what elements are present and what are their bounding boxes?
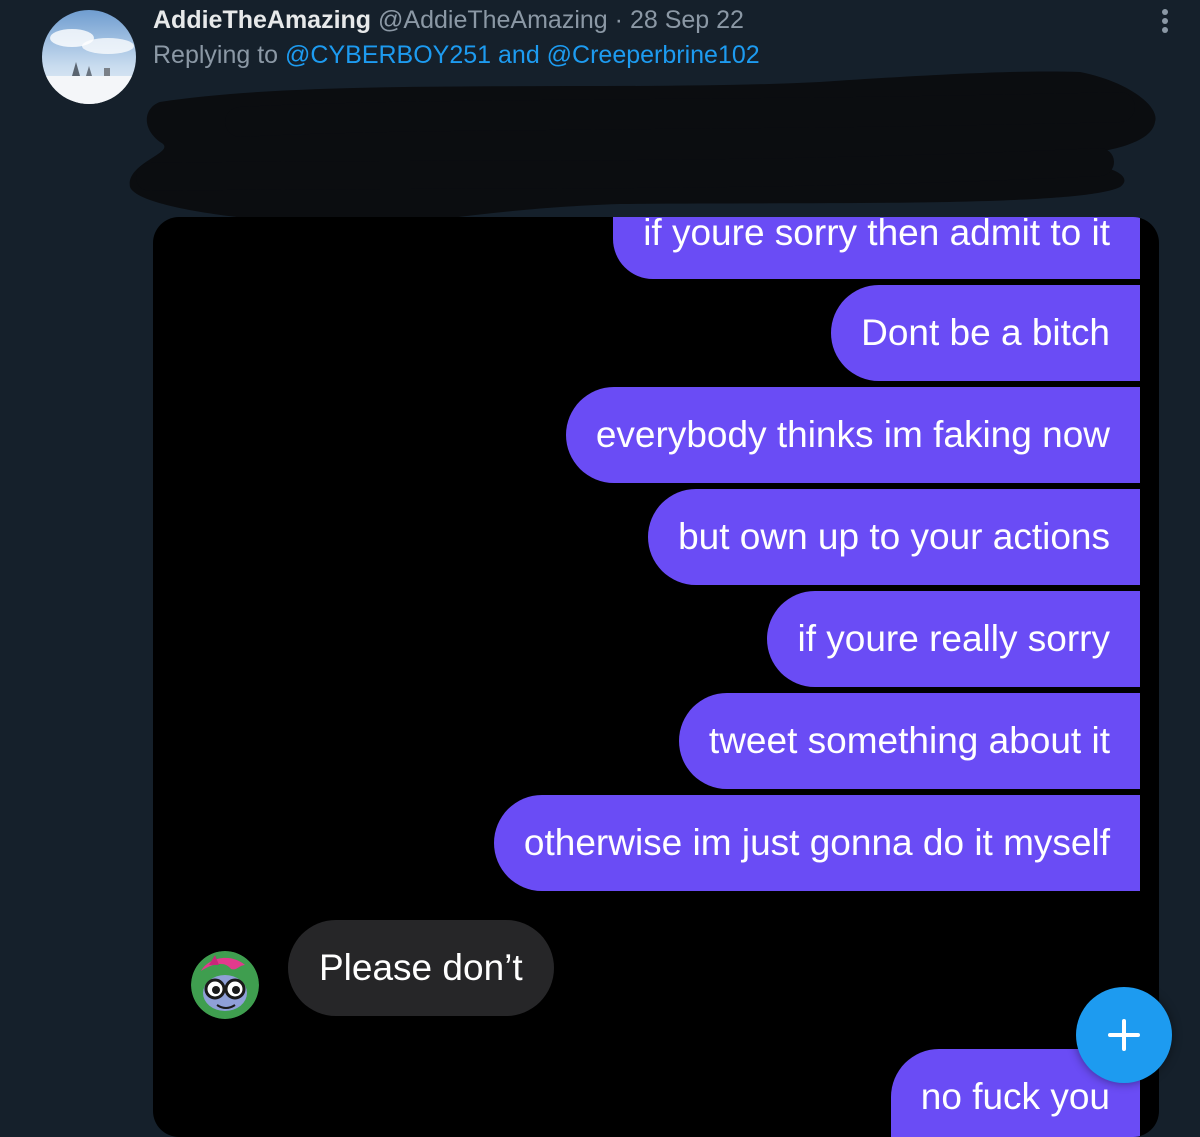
- outgoing-message: if youre really sorry: [767, 591, 1140, 687]
- tweet-date[interactable]: 28 Sep 22: [630, 6, 744, 34]
- outgoing-message: if youre sorry then admit to it: [613, 217, 1140, 279]
- incoming-message: Please don’t: [288, 920, 554, 1016]
- display-name[interactable]: AddieTheAmazing: [153, 6, 371, 34]
- user-handle[interactable]: @AddieTheAmazing: [378, 6, 608, 34]
- attached-chat-screenshot[interactable]: if youre sorry then admit to it Dont be …: [153, 217, 1159, 1137]
- contact-avatar-icon: [191, 951, 259, 1019]
- plus-icon: [1108, 1019, 1140, 1051]
- tweet-header: AddieTheAmazing @AddieTheAmazing · 28 Se…: [153, 3, 744, 37]
- redacted-tweet-text: ga ke: [120, 62, 1180, 232]
- compose-button[interactable]: [1076, 987, 1172, 1083]
- outgoing-message: Dont be a bitch: [831, 285, 1140, 381]
- outgoing-message: tweet something about it: [678, 693, 1140, 789]
- separator-dot: ·: [614, 6, 623, 34]
- outgoing-message: otherwise im just gonna do it myself: [493, 795, 1140, 891]
- outgoing-message: but own up to your actions: [648, 489, 1140, 585]
- scribble-mark: [129, 71, 1156, 225]
- more-vertical-icon[interactable]: [1150, 4, 1180, 38]
- outgoing-message: everybody thinks im faking now: [565, 387, 1140, 483]
